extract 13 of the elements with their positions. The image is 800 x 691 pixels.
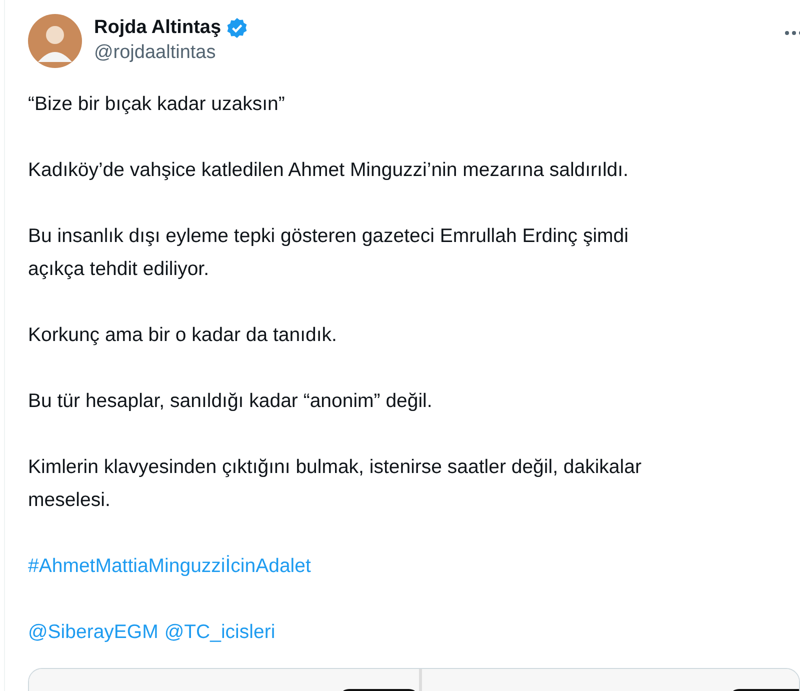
tweet-paragraph: “Bize bir bıçak kadar uzaksın”	[28, 92, 286, 117]
tweet-link[interactable]: @TC_icisleri	[164, 616, 276, 649]
tweet-paragraph: Kimlerin klavyesinden çıktığını bulmak, istenirse saatler değil, dakikalar meselesi.	[28, 455, 642, 513]
avatar-icon[interactable]	[28, 14, 82, 68]
tweet-paragraph: Bu insanlık dışı eyleme tepki gösteren gazeteci Emrullah Erdinç şimdi açıkça tehdit ediliyor.	[28, 224, 630, 282]
tweet-link[interactable]: #AhmetMattiaMinguzziİcinAdalet	[28, 550, 311, 583]
tweet-link[interactable]: @SiberayEGM	[28, 616, 158, 649]
tweet-paragraph: Korkunç ama bir o kadar da tanıdık.	[28, 323, 338, 348]
more-options-icon[interactable]	[784, 30, 800, 36]
author-name[interactable]: Rojda Altintaş	[94, 17, 222, 39]
tweet-paragraph: Bu tür hesaplar, sanıldığı kadar “anonim” değil.	[28, 389, 434, 414]
author-handle[interactable]: @rojdaaltintas	[94, 42, 248, 64]
tweet-paragraph: Kadıköy’de vahşice katledilen Ahmet Minguzzi’nin mezarına saldırıldı.	[28, 158, 630, 183]
